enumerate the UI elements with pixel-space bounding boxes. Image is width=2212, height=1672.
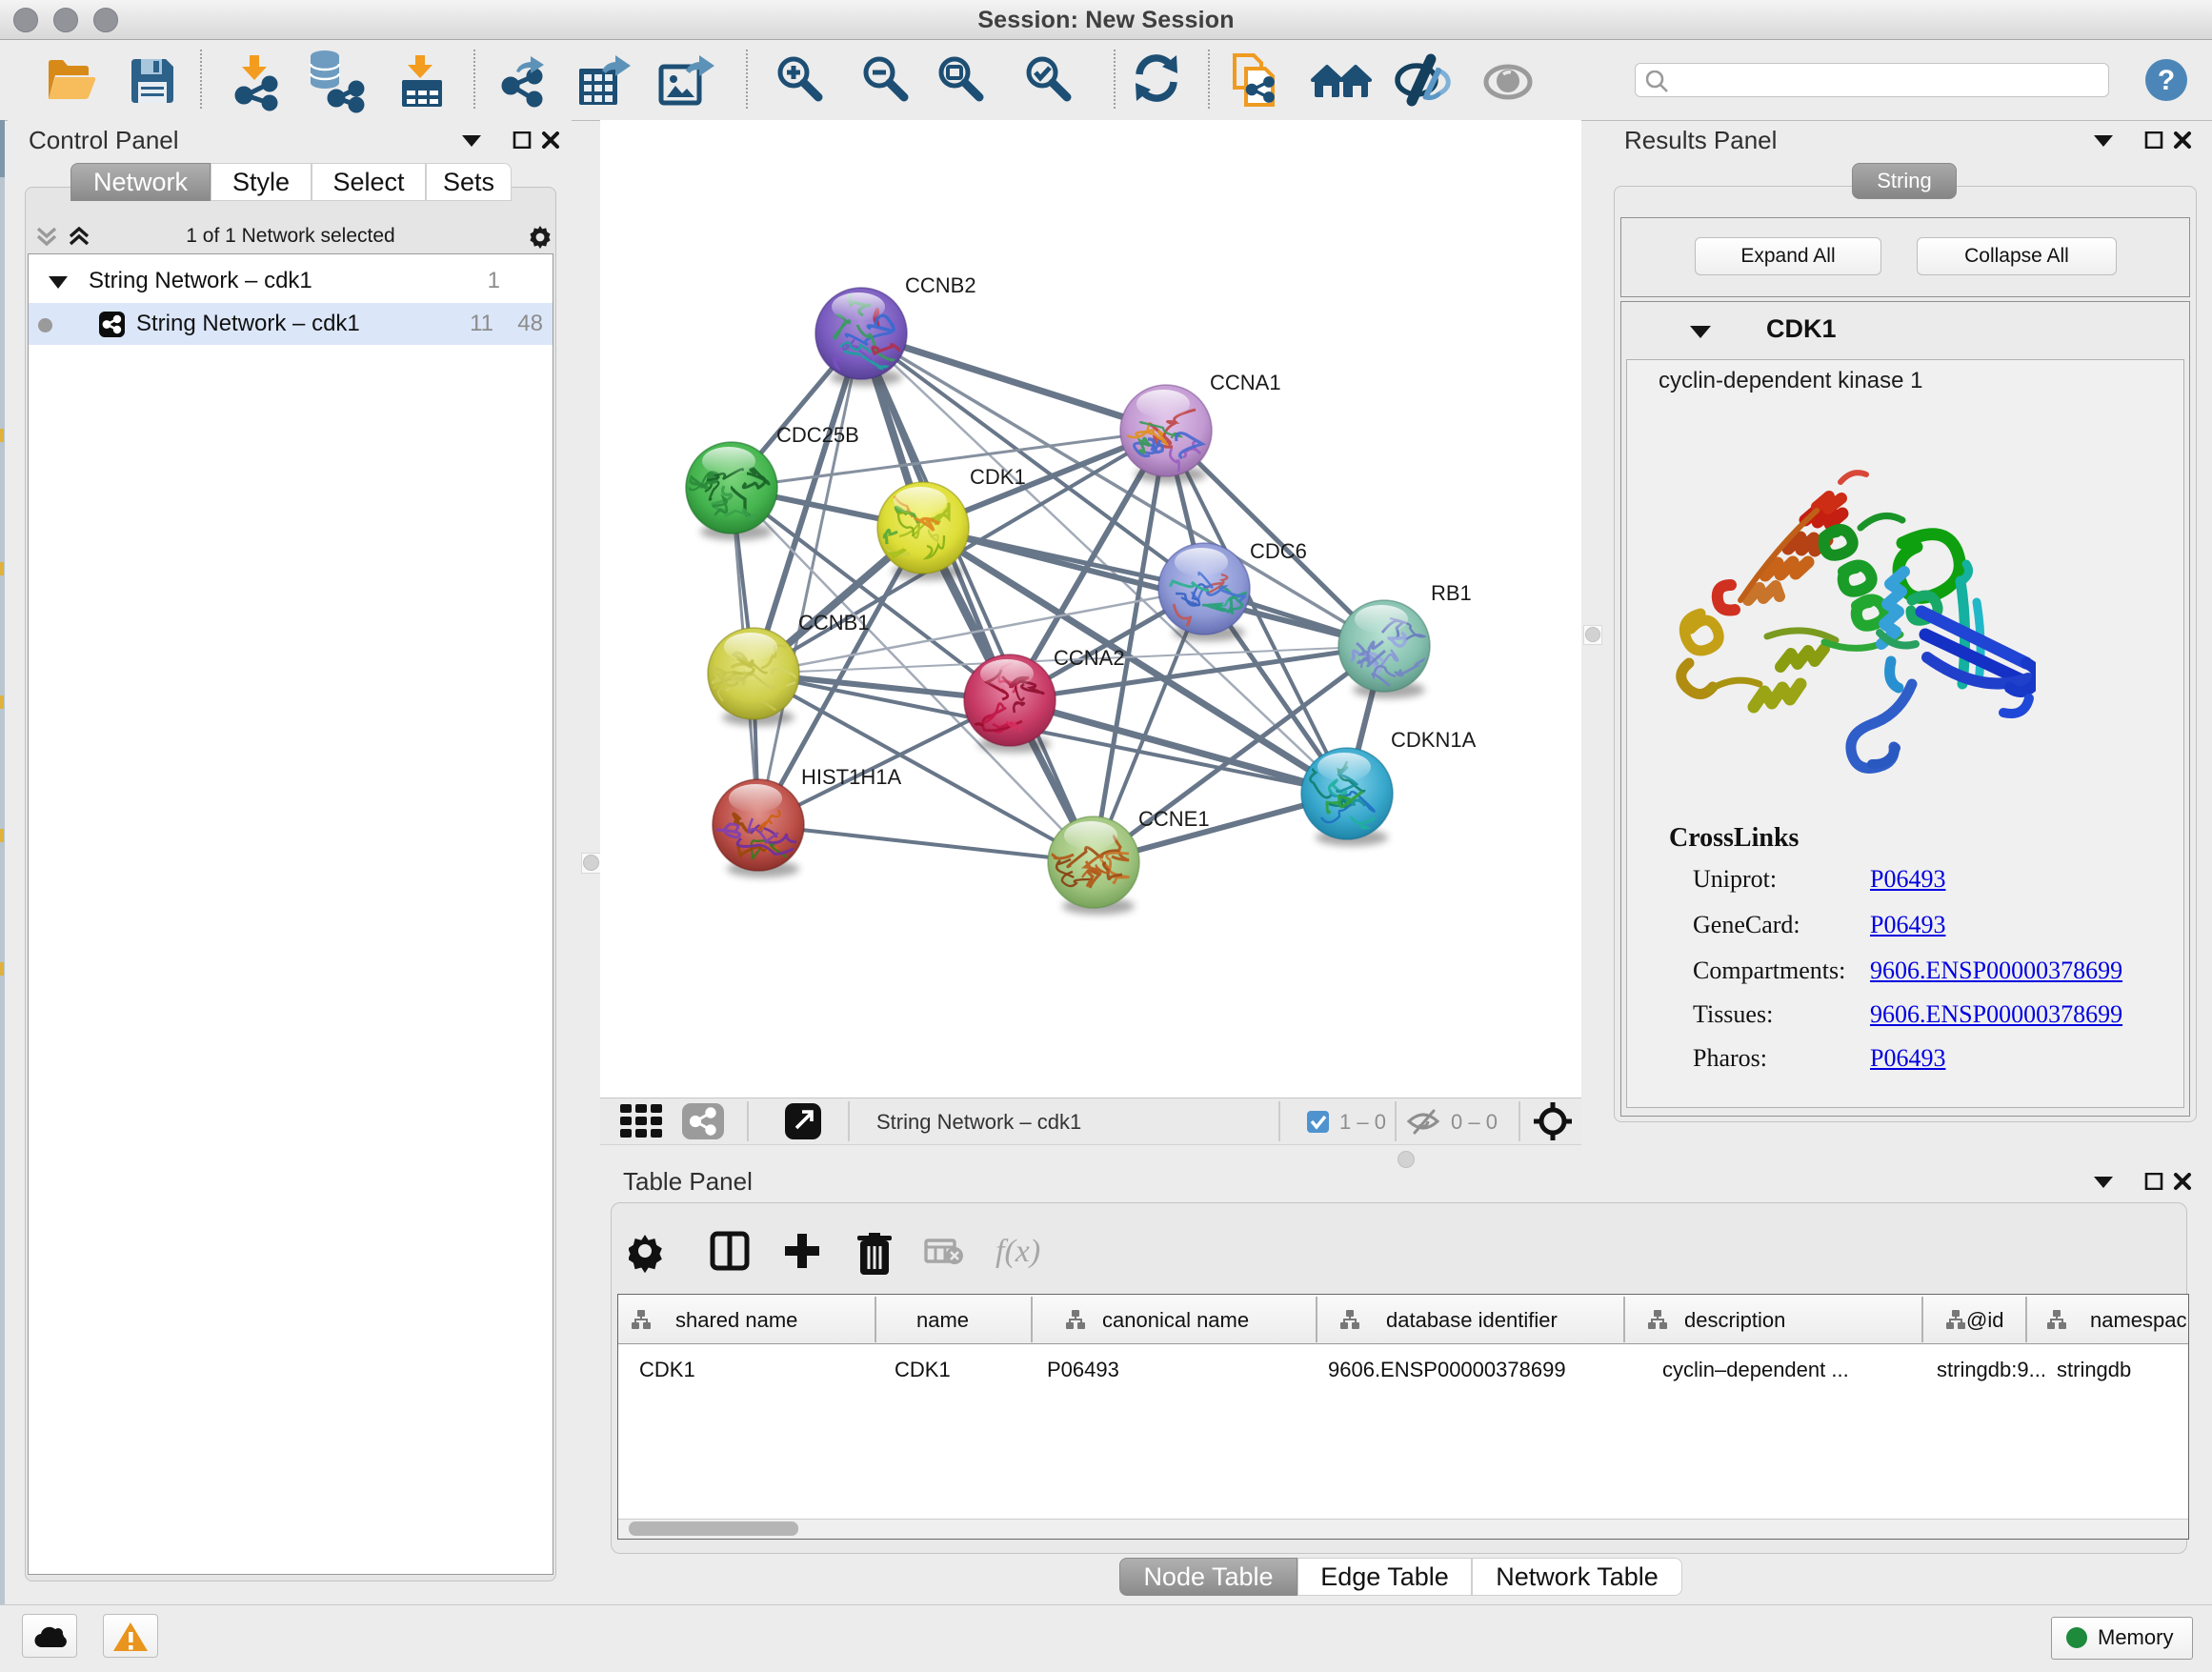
svg-text:RB1: RB1 [1431,581,1472,605]
svg-text:CCNA2: CCNA2 [1054,646,1125,670]
svg-text:shared name: shared name [675,1308,797,1332]
svg-text:name: name [916,1308,969,1332]
svg-text:CDK1: CDK1 [639,1358,695,1381]
svg-text:9606.ENSP00000378699: 9606.ENSP00000378699 [1328,1358,1566,1381]
svg-text:f(x): f(x) [995,1234,1040,1269]
svg-text:cyclin–dependent ...: cyclin–dependent ... [1662,1358,1849,1381]
svg-text:String Network – cdk1: String Network – cdk1 [876,1110,1081,1134]
svg-text:CDK1: CDK1 [970,465,1026,489]
svg-text:CCNE1: CCNE1 [1138,807,1210,831]
svg-text:description: description [1684,1308,1785,1332]
svg-text:CDKN1A: CDKN1A [1391,728,1477,752]
svg-text:database identifier: database identifier [1386,1308,1558,1332]
svg-text:stringdb: stringdb [2057,1358,2131,1381]
svg-text:0 – 0: 0 – 0 [1451,1110,1498,1134]
svg-text:canonical name: canonical name [1102,1308,1249,1332]
svg-text:CDC6: CDC6 [1250,539,1307,563]
svg-text:@id: @id [1966,1308,2003,1332]
svg-text:CDC25B: CDC25B [776,423,859,447]
svg-text:CDK1: CDK1 [895,1358,951,1381]
svg-text:CCNB1: CCNB1 [798,611,870,635]
svg-text:1 – 0: 1 – 0 [1339,1110,1386,1134]
svg-text:P06493: P06493 [1047,1358,1119,1381]
svg-text:HIST1H1A: HIST1H1A [801,765,901,789]
svg-text:CCNB2: CCNB2 [905,273,976,297]
svg-text:stringdb:9...: stringdb:9... [1937,1358,2046,1381]
svg-text:CCNA1: CCNA1 [1210,371,1281,394]
svg-text:namespac: namespac [2090,1308,2187,1332]
svg-text:?: ? [2158,65,2175,96]
